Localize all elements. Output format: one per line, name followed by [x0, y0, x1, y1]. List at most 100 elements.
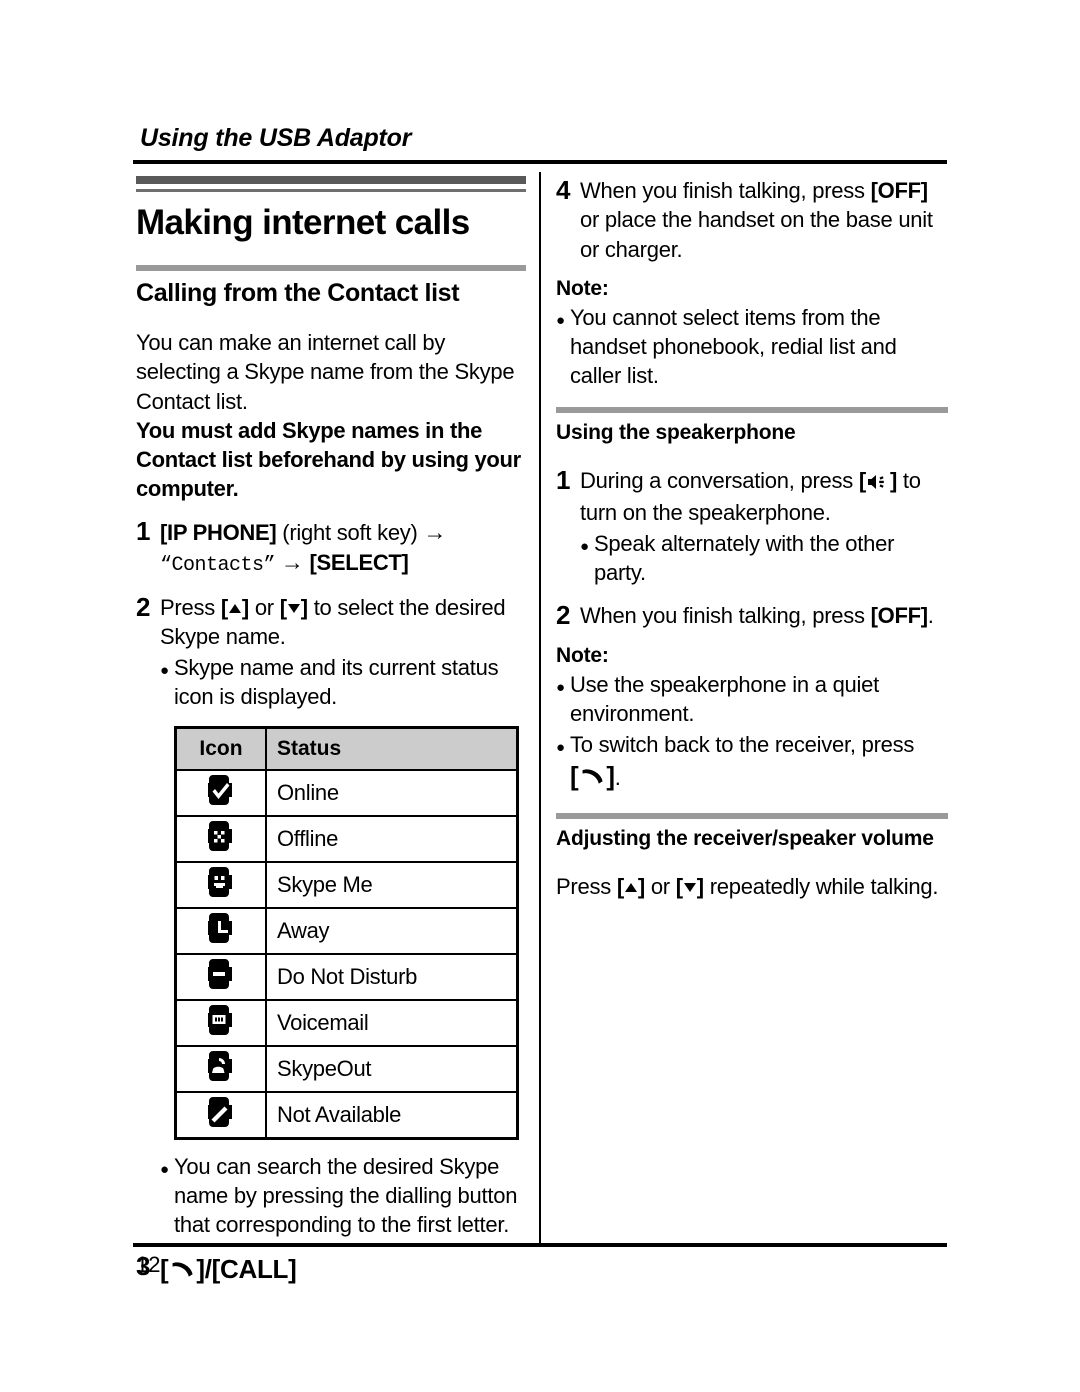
speakerphone-step-1: 1 During a conversation, press [] to tur…	[556, 464, 948, 528]
speakerphone-step-1-body: During a conversation, press [] to turn …	[580, 466, 948, 528]
arrow-1: →	[423, 518, 447, 545]
step-1: 1 [IP PHONE] (right soft key) → “Contact…	[136, 515, 526, 580]
triangle-down-icon	[287, 603, 300, 613]
skype-status-away-icon	[174, 906, 267, 955]
key-ip-phone[interactable]: [IP PHONE]	[160, 520, 277, 545]
step-2-bullet-text: Skype name and its current status icon i…	[174, 655, 499, 710]
volume-or-label: or	[650, 874, 670, 900]
table-header-status: Status	[265, 726, 519, 771]
skype-status-offline-icon	[174, 814, 267, 863]
speakerphone-step-1-head: During a conversation, press	[580, 467, 854, 493]
speaker-icon	[867, 469, 889, 498]
key-off[interactable]: [OFF]	[871, 178, 928, 203]
handset-icon	[169, 1255, 195, 1290]
volume-title: Adjusting the receiver/speaker volume	[556, 826, 934, 850]
table-row: Voicemail	[174, 998, 519, 1047]
step-2-press-label: Press	[160, 594, 215, 620]
right-column: 4 When you finish talking, press [OFF] o…	[556, 175, 948, 901]
step-2-number: 2	[136, 591, 151, 622]
key-up-arrow[interactable]: []	[617, 874, 645, 899]
volume-press-label: Press	[556, 874, 611, 900]
speakerphone-step-1-number: 1	[556, 464, 571, 495]
search-bullet-text: You can search the desired Skype name by…	[174, 1153, 518, 1238]
key-up-arrow[interactable]: []	[221, 595, 249, 620]
section-title: Calling from the Contact list	[136, 278, 460, 307]
running-head: Using the USB Adaptor	[140, 124, 412, 152]
skype-status-skypeout-icon	[174, 1044, 267, 1093]
speakerphone-step-2-period: .	[927, 602, 934, 628]
step-1-number: 1	[136, 515, 151, 546]
step-3-body: []/[CALL]	[160, 1252, 526, 1290]
key-talk-handset[interactable]: []	[160, 1254, 205, 1284]
step-1-softkey-note: (right soft key)	[282, 519, 418, 545]
skype-status-online-icon	[174, 768, 267, 817]
status-icon-table: Icon Status Online Offline Skype Me Away…	[174, 725, 519, 1140]
speakerphone-step-2-head: When you finish talking, press	[580, 602, 865, 628]
manual-page: Using the USB Adaptor Making internet ca…	[0, 0, 1080, 1392]
note-1-bullet-text: You cannot select items from the handset…	[570, 304, 897, 389]
volume-tail: repeatedly while talking.	[709, 874, 939, 900]
chapter-title: Making internet calls	[136, 203, 470, 242]
table-row: Not Available	[174, 1090, 519, 1140]
step-4-tail: or place the handset on the base unit or…	[580, 207, 933, 262]
key-call[interactable]: [CALL]	[212, 1254, 297, 1284]
step-1-body: [IP PHONE] (right soft key) → “Contacts”…	[160, 517, 526, 580]
skype-status-voicemail-icon	[174, 998, 267, 1047]
key-talk-handset[interactable]: []	[570, 761, 615, 791]
table-cell-status: Away	[265, 906, 519, 955]
key-down-arrow[interactable]: []	[676, 874, 704, 899]
bullet-dot-icon	[160, 653, 174, 712]
intro-paragraph: You can make an internet call by selecti…	[136, 330, 515, 414]
table-row: Online	[174, 768, 519, 817]
key-down-arrow[interactable]: []	[280, 595, 308, 620]
triangle-down-icon	[683, 883, 696, 893]
key-select[interactable]: [SELECT]	[310, 550, 409, 575]
skype-status-skype-me-icon	[174, 860, 267, 909]
key-off[interactable]: [OFF]	[871, 603, 928, 628]
note-2-bullet-2: To switch back to the receiver, press []…	[556, 730, 948, 797]
speakerphone-rule	[556, 406, 948, 413]
note-1-bullet: You cannot select items from the handset…	[556, 303, 948, 391]
arrow-2: →	[280, 549, 304, 576]
triangle-up-icon	[624, 883, 637, 893]
column-divider	[539, 172, 541, 1244]
handset-icon	[579, 762, 605, 797]
step-4-head: When you finish talking, press	[580, 178, 865, 203]
page-number: 12	[136, 1252, 161, 1277]
header-rule	[133, 160, 947, 164]
key-speakerphone[interactable]: []	[859, 468, 897, 493]
speakerphone-step-2: 2 When you finish talking, press [OFF].	[556, 599, 948, 631]
speakerphone-step-1-bullet: Speak alternately with the other party.	[580, 529, 948, 588]
chapter-rule-thin	[136, 189, 526, 192]
volume-rule	[556, 812, 948, 819]
speakerphone-step-2-number: 2	[556, 599, 571, 630]
step-2-or-label: or	[254, 594, 274, 620]
table-header-icon: Icon	[174, 726, 267, 771]
speakerphone-step-1-bullet-text: Speak alternately with the other party.	[594, 531, 895, 586]
step-3: 3 []/[CALL]	[136, 1252, 526, 1290]
chapter-rule-thick	[136, 176, 526, 184]
step-2: 2 Press [] or [] to select the desired S…	[136, 591, 526, 652]
table-cell-status: Offline	[265, 814, 519, 863]
note-2-bullet-1: Use the speakerphone in a quiet environm…	[556, 670, 948, 729]
note-label-1: Note:	[556, 276, 609, 300]
skype-status-not-available-icon	[174, 1090, 267, 1140]
speakerphone-title: Using the speakerphone	[556, 420, 796, 444]
section-rule	[136, 264, 526, 271]
note-2-bullet-2-text: To switch back to the receiver, press []…	[570, 730, 948, 797]
note-2-bullet-2-lead: To switch back to the receiver, press	[570, 732, 915, 758]
table-cell-status: Not Available	[265, 1090, 519, 1140]
bullet-dot-icon	[160, 1152, 174, 1240]
step-4-body: When you finish talking, press [OFF] or …	[580, 176, 948, 264]
table-row: SkypeOut	[174, 1044, 519, 1093]
skype-status-do-not-disturb-icon	[174, 952, 267, 1001]
table-cell-status: Do Not Disturb	[265, 952, 519, 1001]
bullet-dot-icon	[580, 529, 594, 588]
intro-bold-paragraph: You must add Skype names in the Contact …	[136, 417, 521, 502]
triangle-up-icon	[228, 603, 241, 613]
bullet-dot-icon	[556, 670, 570, 729]
step-4-number: 4	[556, 175, 571, 205]
search-bullet: You can search the desired Skype name by…	[160, 1152, 526, 1240]
table-row: Do Not Disturb	[174, 952, 519, 1001]
contacts-menu-label[interactable]: “Contacts”	[160, 554, 276, 577]
